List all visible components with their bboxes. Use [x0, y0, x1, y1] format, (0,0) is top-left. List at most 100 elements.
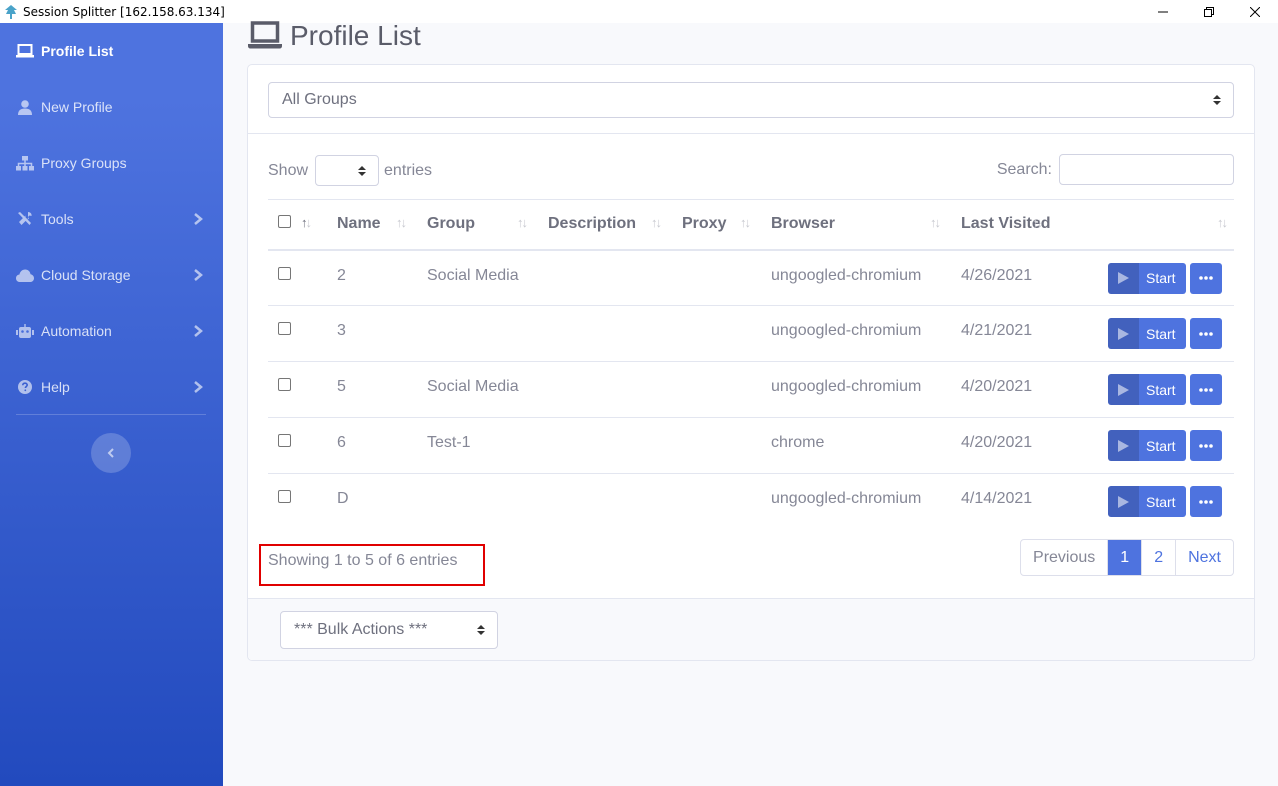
sidebar-item-help[interactable]: Help: [0, 359, 223, 415]
more-options-button[interactable]: [1190, 374, 1222, 405]
highlight-annotation: [259, 544, 485, 586]
row-checkbox[interactable]: [278, 434, 291, 447]
cell-proxy: [672, 305, 761, 362]
row-checkbox[interactable]: [278, 490, 291, 503]
sidebar-item-label: Tools: [41, 211, 74, 227]
select-arrows-icon: [1213, 95, 1221, 105]
row-actions-cell: Start: [1081, 473, 1234, 530]
column-header-actions[interactable]: ↑↓: [1081, 199, 1234, 251]
chevron-right-icon: [194, 325, 203, 337]
cell-group: [417, 305, 538, 362]
cell-proxy: [672, 250, 761, 306]
sidebar-item-tools[interactable]: Tools: [0, 191, 223, 247]
cell-group: Social Media: [417, 361, 538, 418]
sort-icon[interactable]: ↑↓: [301, 215, 312, 230]
cell-last-visited: 4/26/2021: [961, 266, 1033, 284]
cell-browser: ungoogled-chromium: [761, 361, 951, 418]
row-actions: Start: [1091, 374, 1234, 405]
sort-icon[interactable]: ↑↓: [396, 215, 407, 230]
table-row: 6 Test-1 chrome 4/20/2021 Start: [268, 417, 1234, 474]
sort-icon[interactable]: ↑↓: [1032, 215, 1043, 230]
cell-description: [538, 473, 672, 530]
sort-icon[interactable]: ↑↓: [930, 215, 941, 230]
more-options-button[interactable]: [1190, 318, 1222, 349]
column-header-proxy[interactable]: Proxy ↑↓: [672, 199, 761, 251]
previous-page-button[interactable]: Previous: [1021, 540, 1107, 575]
row-actions: Start: [1091, 486, 1234, 517]
select-all-column[interactable]: ↑↓: [268, 199, 327, 251]
start-button[interactable]: Start: [1108, 430, 1186, 461]
cell-browser: ungoogled-chromium: [761, 305, 951, 362]
cell-browser: chrome: [761, 417, 951, 474]
select-all-checkbox[interactable]: [278, 215, 291, 229]
start-button[interactable]: Start: [1108, 374, 1186, 405]
sort-icon[interactable]: ↑↓: [1217, 215, 1228, 230]
sort-icon[interactable]: ↑↓: [651, 215, 662, 230]
restore-button[interactable]: [1186, 0, 1232, 23]
sort-icon[interactable]: ↑↓: [517, 215, 528, 230]
sidebar-divider: [16, 414, 206, 415]
play-icon: [1108, 374, 1139, 405]
row-checkbox[interactable]: [278, 378, 291, 391]
column-header-group[interactable]: Group ↑↓: [417, 199, 538, 251]
ellipsis-icon: [1199, 499, 1213, 504]
start-button[interactable]: Start: [1108, 262, 1186, 294]
page-length-select[interactable]: [315, 155, 380, 186]
bulk-actions-value: *** Bulk Actions ***: [294, 621, 428, 638]
column-header-browser[interactable]: Browser ↑↓: [761, 199, 951, 251]
search-input[interactable]: [1059, 154, 1234, 185]
column-header-last-visited[interactable]: Last Visited ↑↓: [951, 199, 1081, 251]
more-options-button[interactable]: [1190, 486, 1222, 517]
minimize-button[interactable]: [1140, 0, 1186, 23]
cell-browser: ungoogled-chromium: [771, 266, 922, 284]
select-arrows-icon: [358, 165, 367, 176]
page-button-2[interactable]: 2: [1141, 540, 1175, 575]
bulk-actions-select[interactable]: *** Bulk Actions ***: [280, 611, 498, 649]
play-icon: [1108, 318, 1139, 349]
cell-description: [538, 305, 672, 362]
sidebar-item-cloud-storage[interactable]: Cloud Storage: [0, 247, 223, 303]
column-header-description[interactable]: Description ↑↓: [538, 199, 672, 251]
play-icon: [1108, 262, 1139, 294]
sidebar-item-proxy-groups[interactable]: Proxy Groups: [0, 135, 223, 191]
start-label: Start: [1146, 381, 1176, 398]
restore-icon: [1204, 6, 1214, 17]
cell-proxy: [672, 473, 761, 530]
cell-last-visited: 4/20/2021: [951, 417, 1081, 474]
cell-proxy: [672, 361, 761, 418]
start-label: Start: [1146, 325, 1176, 342]
show-label: Show: [268, 161, 309, 179]
more-options-button[interactable]: [1190, 430, 1222, 461]
column-header-name[interactable]: Name ↑↓: [327, 199, 417, 251]
row-actions-cell: Start: [1081, 250, 1234, 306]
sort-icon[interactable]: ↑↓: [740, 215, 751, 230]
row-checkbox[interactable]: [278, 266, 291, 280]
row-select-cell: [268, 250, 327, 306]
close-button[interactable]: [1232, 0, 1278, 23]
cell-name: D: [327, 473, 417, 530]
laptop-icon: [16, 42, 34, 60]
sidebar-item-label: New Profile: [41, 99, 113, 115]
group-filter-select[interactable]: All Groups: [268, 82, 1234, 118]
card-footer: *** Bulk Actions ***: [248, 598, 1254, 660]
robot-icon: [16, 322, 34, 340]
cell-description: [538, 361, 672, 418]
sidebar-item-new-profile[interactable]: New Profile: [0, 79, 223, 135]
cell-name: 2: [337, 266, 346, 284]
profiles-table: ↑↓ Name ↑↓ Group ↑↓ Description ↑↓ Proxy ↑↓ …: [268, 199, 1234, 530]
page-heading: Profile List: [248, 20, 421, 52]
sidebar-item-profile-list[interactable]: Profile List: [0, 23, 223, 79]
page-button-1[interactable]: 1: [1107, 540, 1142, 575]
more-options-button[interactable]: [1190, 262, 1222, 294]
row-checkbox[interactable]: [278, 322, 291, 335]
play-icon: [1108, 486, 1139, 517]
sidebar-toggle-button[interactable]: [91, 433, 131, 473]
chevron-right-icon: [194, 213, 203, 225]
row-select-cell: [268, 305, 327, 362]
cell-group: [417, 473, 538, 530]
start-button[interactable]: Start: [1108, 318, 1186, 349]
table-row: Dungoogled-chromium 4/14/2021 Start: [268, 473, 1234, 530]
sidebar-item-automation[interactable]: Automation: [0, 303, 223, 359]
start-button[interactable]: Start: [1108, 486, 1186, 517]
next-page-button[interactable]: Next: [1175, 540, 1233, 575]
